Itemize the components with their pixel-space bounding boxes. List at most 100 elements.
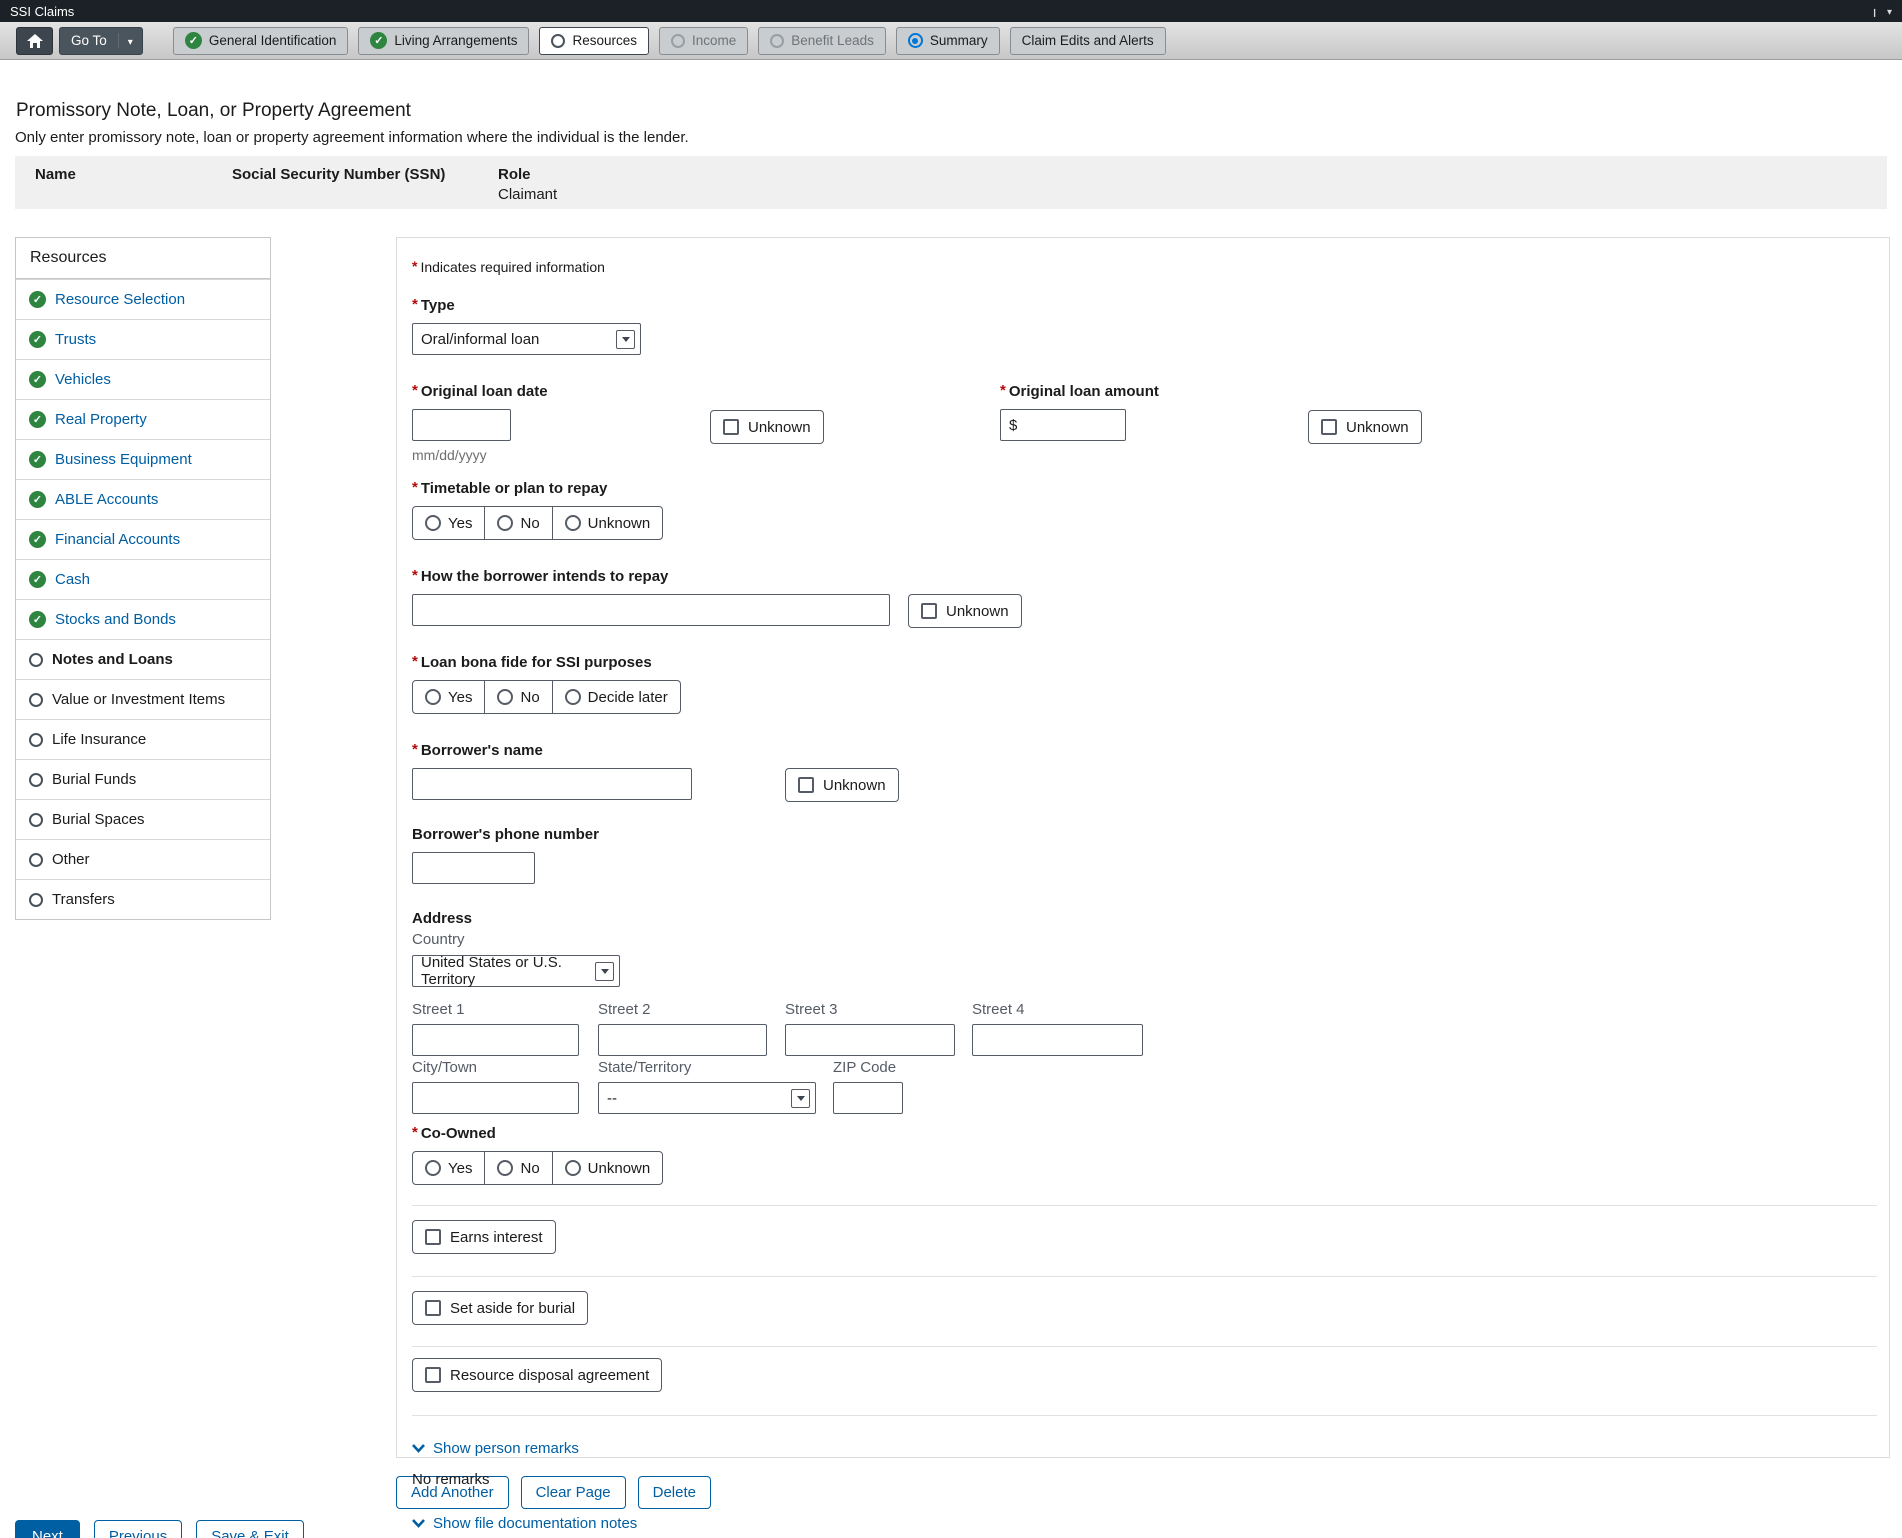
tab-summary[interactable]: Summary	[895, 26, 1000, 55]
street1-input[interactable]	[412, 1024, 579, 1056]
co-owned-option-no[interactable]: No	[485, 1152, 553, 1184]
checkbox-icon	[425, 1229, 441, 1245]
show-person-remarks-toggle[interactable]: Show person remarks	[412, 1440, 579, 1457]
tab-benefit-leads: Benefit Leads	[758, 26, 886, 55]
checkbox-icon	[921, 603, 937, 619]
timetable-option-yes[interactable]: Yes	[413, 507, 486, 539]
street3-label: Street 3	[785, 1001, 838, 1018]
person-role-label: Role	[498, 166, 531, 183]
chevron-down-icon	[412, 1519, 425, 1528]
co-owned-option-unknown[interactable]: Unknown	[553, 1152, 663, 1184]
timetable-option-no[interactable]: No	[485, 507, 553, 539]
sidebar-item-life-insurance[interactable]: Life Insurance	[16, 719, 270, 759]
original-loan-amount-field[interactable]: $	[1000, 409, 1126, 441]
zip-input[interactable]	[833, 1082, 903, 1114]
type-select[interactable]: Oral/informal loan	[412, 323, 641, 355]
check-circle-icon	[29, 491, 46, 508]
sidebar-item-vehicles[interactable]: Vehicles	[16, 359, 270, 399]
bona-fide-radio-group: Yes No Decide later	[412, 680, 681, 714]
timetable-option-unknown[interactable]: Unknown	[553, 507, 663, 539]
tab-living-arrangements[interactable]: Living Arrangements	[358, 26, 530, 55]
country-label: Country	[412, 931, 465, 948]
borrower-name-unknown-checkbox[interactable]: Unknown	[785, 768, 899, 802]
tab-claim-edits-and-alerts[interactable]: Claim Edits and Alerts	[1009, 26, 1166, 55]
timetable-label: Timetable or plan to repay	[412, 480, 1877, 497]
original-loan-amount-unknown-checkbox[interactable]: Unknown	[1308, 410, 1422, 444]
dollar-prefix: $	[1009, 416, 1018, 434]
tab-resources[interactable]: Resources	[539, 26, 649, 55]
home-button[interactable]	[16, 26, 53, 55]
bona-fide-option-decide-later[interactable]: Decide later	[553, 681, 680, 713]
checkbox-icon	[425, 1367, 441, 1383]
chevron-down-icon	[616, 329, 635, 349]
resource-disposal-agreement-checkbox[interactable]: Resource disposal agreement	[412, 1358, 663, 1392]
tab-label: Claim Edits and Alerts	[1021, 33, 1154, 48]
bona-fide-option-no[interactable]: No	[485, 681, 553, 713]
country-select[interactable]: United States or U.S. Territory	[412, 954, 620, 988]
radio-icon	[564, 1160, 581, 1176]
sidebar-item-burial-funds[interactable]: Burial Funds	[16, 759, 270, 799]
borrower-name-label: Borrower's name	[412, 742, 1877, 759]
person-info-bar: Name Social Security Number (SSN) Role C…	[15, 156, 1887, 209]
borrower-phone-input[interactable]	[412, 852, 535, 884]
section-divider	[412, 1205, 1877, 1206]
original-loan-date-unknown-checkbox[interactable]: Unknown	[710, 410, 824, 444]
co-owned-option-yes[interactable]: Yes	[413, 1152, 486, 1184]
original-loan-amount-input[interactable]	[1017, 411, 1125, 439]
sidebar-item-notes-and-loans[interactable]: Notes and Loans	[16, 639, 270, 679]
original-loan-date-input[interactable]	[412, 409, 511, 441]
repay-method-unknown-checkbox[interactable]: Unknown	[908, 594, 1022, 628]
sidebar-item-value-or-investment-items[interactable]: Value or Investment Items	[16, 679, 270, 719]
repay-method-input[interactable]	[412, 594, 890, 626]
sidebar-item-trusts[interactable]: Trusts	[16, 319, 270, 359]
chevron-down-icon[interactable]	[1887, 2, 1892, 20]
country-select-value: United States or U.S. Territory	[421, 954, 562, 988]
co-owned-label: Co-Owned	[412, 1125, 1877, 1142]
state-select[interactable]: --	[598, 1082, 816, 1114]
street4-input[interactable]	[972, 1024, 1143, 1056]
sidebar-item-able-accounts[interactable]: ABLE Accounts	[16, 479, 270, 519]
bona-fide-option-yes[interactable]: Yes	[413, 681, 486, 713]
repay-method-label: How the borrower intends to repay	[412, 568, 1877, 585]
street2-input[interactable]	[598, 1024, 767, 1056]
radio-icon	[425, 689, 441, 705]
titlebar-divider-icon	[1871, 2, 1878, 20]
sidebar-item-other[interactable]: Other	[16, 839, 270, 879]
radio-icon	[425, 1160, 441, 1176]
next-button[interactable]: Next	[15, 1520, 80, 1538]
type-select-value: Oral/informal loan	[421, 330, 540, 348]
sidebar-item-stocks-and-bonds[interactable]: Stocks and Bonds	[16, 599, 270, 639]
save-exit-button[interactable]: Save & Exit	[196, 1520, 304, 1538]
city-label: City/Town	[412, 1059, 478, 1076]
required-asterisk	[412, 480, 421, 497]
state-select-value: --	[607, 1089, 617, 1107]
chevron-down-icon	[791, 1088, 810, 1108]
sidebar-item-real-property[interactable]: Real Property	[16, 399, 270, 439]
tab-general-identification[interactable]: General Identification	[172, 26, 349, 55]
sidebar-item-cash[interactable]: Cash	[16, 559, 270, 599]
section-divider	[412, 1415, 1877, 1416]
sidebar-item-business-equipment[interactable]: Business Equipment	[16, 439, 270, 479]
goto-dropdown[interactable]: Go To	[59, 26, 143, 55]
sidebar-item-financial-accounts[interactable]: Financial Accounts	[16, 519, 270, 559]
previous-button[interactable]: Previous	[93, 1520, 183, 1538]
person-role-value: Claimant	[498, 186, 558, 203]
sidebar-item-resource-selection[interactable]: Resource Selection	[16, 279, 270, 319]
address-label: Address	[412, 910, 473, 927]
tab-label: General Identification	[208, 33, 337, 48]
borrower-name-input[interactable]	[412, 768, 692, 800]
sidebar-item-transfers[interactable]: Transfers	[16, 879, 270, 919]
sidebar-item-burial-spaces[interactable]: Burial Spaces	[16, 799, 270, 839]
set-aside-for-burial-checkbox[interactable]: Set aside for burial	[412, 1291, 589, 1325]
street3-input[interactable]	[785, 1024, 955, 1056]
city-input[interactable]	[412, 1082, 579, 1114]
home-icon	[26, 33, 43, 48]
tab-label: Summary	[929, 33, 988, 48]
radio-icon	[564, 515, 581, 531]
earns-interest-checkbox[interactable]: Earns interest	[412, 1220, 556, 1254]
check-circle-icon	[29, 531, 46, 548]
radio-icon	[564, 689, 581, 705]
required-asterisk	[412, 297, 421, 314]
show-file-documentation-notes-toggle[interactable]: Show file documentation notes	[412, 1515, 637, 1532]
check-circle-icon	[29, 611, 46, 628]
